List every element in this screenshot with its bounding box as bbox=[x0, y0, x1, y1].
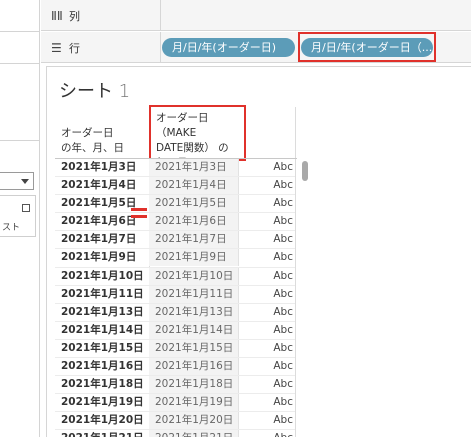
cell-order-date: 2021年1月16日 bbox=[61, 360, 144, 373]
vertical-scrollbar[interactable] bbox=[302, 157, 310, 437]
table-row[interactable]: 2021年1月9日 2021年1月9日 Abc bbox=[55, 249, 295, 268]
order-date-pill[interactable]: 月/日/年(オーダー日) bbox=[162, 38, 295, 57]
cell-abc: Abc bbox=[273, 269, 293, 282]
cell-makedate: 2021年1月20日 bbox=[149, 412, 239, 430]
columns-shelf-label: 列 bbox=[69, 10, 80, 23]
cell-makedate: 2021年1月18日 bbox=[149, 376, 239, 394]
table-row[interactable]: 2021年1月21日2021年1月21日Abc bbox=[55, 430, 295, 437]
cell-abc: Abc bbox=[273, 378, 293, 391]
cell-makedate: 2021年1月13日 bbox=[149, 303, 239, 321]
cell-order-date: 2021年1月10日 bbox=[61, 269, 144, 282]
cell-makedate: 2021年1月5日 bbox=[149, 195, 239, 213]
cell-makedate: 2021年1月11日 bbox=[149, 285, 239, 303]
rows-shelf[interactable]: ☰ 行 月/日/年(オーダー日) 月/日/年(オーダー日（... bbox=[41, 32, 471, 63]
rows-icon: ☰ bbox=[51, 41, 62, 55]
cell-abc: Abc bbox=[273, 233, 293, 246]
cell-order-date: 2021年1月3日 bbox=[61, 161, 137, 173]
header-order-date-line2: の年、月、日 bbox=[61, 142, 124, 154]
equals-annotation bbox=[131, 208, 153, 222]
cell-order-date: 2021年1月14日 bbox=[61, 323, 144, 336]
pane-divider bbox=[0, 140, 40, 141]
cell-makedate: 2021年1月10日 bbox=[149, 267, 239, 285]
cell-makedate: 2021年1月9日 bbox=[149, 249, 239, 267]
header-order-date-line1: オーダー日 bbox=[61, 127, 114, 139]
cell-order-date: 2021年1月9日 bbox=[61, 251, 137, 264]
cell-order-date: 2021年1月20日 bbox=[61, 414, 144, 427]
cell-makedate: 2021年1月4日 bbox=[149, 177, 239, 195]
pill-highlight-box bbox=[298, 32, 436, 62]
cell-makedate: 2021年1月21日 bbox=[149, 430, 239, 437]
cell-abc: Abc bbox=[273, 287, 293, 300]
marks-card-button[interactable]: スト bbox=[0, 195, 36, 237]
cell-makedate: 2021年1月15日 bbox=[149, 339, 239, 357]
table-row[interactable]: 2021年1月19日 2021年1月19日 Abc bbox=[55, 394, 295, 413]
column-divider bbox=[295, 107, 296, 437]
cell-abc: Abc bbox=[273, 161, 293, 173]
table-row[interactable]: 2021年1月11日 2021年1月11日 Abc bbox=[55, 285, 295, 304]
columns-icon: ⅡⅡ bbox=[51, 9, 63, 23]
cell-order-date: 2021年1月15日 bbox=[61, 341, 144, 354]
sheet-title: シート 1 bbox=[59, 77, 130, 103]
table-row[interactable]: 2021年1月6日 2021年1月6日 Abc bbox=[55, 213, 295, 232]
sheet-title-text: シート bbox=[59, 81, 113, 102]
pane-divider bbox=[0, 31, 40, 32]
cell-abc: Abc bbox=[273, 215, 293, 228]
pane-divider bbox=[0, 63, 40, 64]
cell-makedate: 2021年1月14日 bbox=[149, 321, 239, 339]
cell-abc: Abc bbox=[273, 179, 293, 192]
cell-makedate: 2021年1月16日 bbox=[149, 358, 239, 376]
cell-abc: Abc bbox=[239, 430, 295, 437]
table-row[interactable]: 2021年1月15日 2021年1月15日 Abc bbox=[55, 339, 295, 359]
chevron-down-icon[interactable] bbox=[21, 179, 29, 184]
cell-abc: Abc bbox=[273, 341, 293, 354]
marks-card-label: スト bbox=[2, 223, 21, 233]
sheet-title-number: 1 bbox=[118, 81, 131, 102]
filter-dropdown[interactable] bbox=[0, 172, 34, 190]
table-row[interactable]: 2021年1月4日 2021年1月4日 Abc bbox=[55, 177, 295, 196]
table-row[interactable]: 2021年1月3日 2021年1月3日 Abc bbox=[55, 159, 295, 178]
cell-abc: Abc bbox=[273, 305, 293, 318]
left-side-pane: スト bbox=[0, 0, 40, 437]
cell-makedate: 2021年1月3日 bbox=[149, 159, 239, 176]
rows-shelf-label: 行 bbox=[69, 42, 80, 55]
cell-makedate: 2021年1月19日 bbox=[149, 394, 239, 412]
text-icon bbox=[22, 204, 30, 212]
view-canvas: シート 1 オーダー日 の年、月、日 オーダー日（MAKE DATE関数） の … bbox=[46, 66, 471, 437]
scrollbar-thumb[interactable] bbox=[302, 161, 308, 181]
table-row[interactable]: 2021年1月16日 2021年1月16日 Abc bbox=[55, 358, 295, 377]
cell-order-date: 2021年1月18日 bbox=[61, 378, 144, 391]
cell-abc: Abc bbox=[273, 323, 293, 336]
cell-makedate: 2021年1月7日 bbox=[149, 231, 239, 249]
cell-abc: Abc bbox=[273, 414, 293, 427]
cell-abc: Abc bbox=[273, 251, 293, 264]
cell-order-date: 2021年1月13日 bbox=[61, 305, 144, 318]
cell-abc: Abc bbox=[273, 197, 293, 210]
header-order-date[interactable]: オーダー日 の年、月、日 bbox=[61, 126, 147, 156]
columns-shelf[interactable]: ⅡⅡ 列 bbox=[41, 0, 471, 31]
cell-makedate: 2021年1月6日 bbox=[149, 213, 239, 231]
cell-abc: Abc bbox=[273, 360, 293, 373]
table-row[interactable]: 2021年1月14日 2021年1月14日 Abc bbox=[55, 321, 295, 340]
table-row[interactable]: 2021年1月20日 2021年1月20日 Abc bbox=[55, 412, 295, 431]
cell-order-date: 2021年1月19日 bbox=[61, 396, 144, 409]
shelf-divider bbox=[160, 0, 161, 31]
table-row[interactable]: 2021年1月5日 2021年1月5日 Abc bbox=[55, 195, 295, 214]
cell-abc: Abc bbox=[273, 396, 293, 409]
cell-order-date: 2021年1月7日 bbox=[61, 233, 137, 246]
cell-order-date: 2021年1月11日 bbox=[61, 287, 144, 300]
table-row[interactable]: 2021年1月13日 2021年1月13日 Abc bbox=[55, 303, 295, 322]
table-row[interactable]: 2021年1月7日 2021年1月7日 Abc bbox=[55, 231, 295, 250]
cell-order-date: 2021年1月21日 bbox=[61, 430, 147, 437]
table-row[interactable]: 2021年1月18日 2021年1月18日 Abc bbox=[55, 376, 295, 395]
shelf-divider bbox=[160, 32, 161, 63]
header-highlight-box bbox=[149, 105, 246, 161]
cell-order-date: 2021年1月4日 bbox=[61, 179, 137, 192]
table-body: 2021年1月3日 2021年1月3日 Abc 2021年1月4日 2021年1月4日 A… bbox=[55, 159, 295, 437]
table-row[interactable]: 2021年1月10日 2021年1月10日 Abc bbox=[55, 267, 295, 286]
